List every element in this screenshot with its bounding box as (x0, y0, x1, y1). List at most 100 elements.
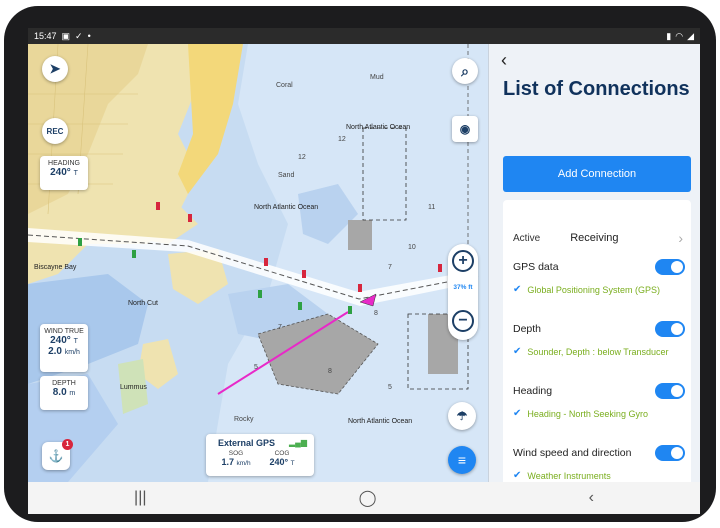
cog-value: 240° (269, 457, 289, 467)
depth-label: DEPTH (52, 380, 76, 387)
check-icon: ✔ (513, 284, 522, 295)
depth-sounding: 8 (328, 368, 332, 375)
heading-unit: T (73, 170, 78, 177)
dot-icon: • (87, 31, 91, 41)
wind-toggle[interactable] (655, 445, 685, 461)
connection-detail: Global Positioning System (GPS) (527, 284, 660, 295)
camera-button[interactable]: ◉ (452, 116, 478, 142)
seabed-label: Rocky (234, 416, 254, 423)
wind-angle-unit: T (73, 338, 78, 345)
battery-icon: ▮ (666, 30, 672, 41)
connections-panel: ‹ List of Connections Add Connection Act… (488, 44, 700, 500)
record-button[interactable]: REC (42, 118, 68, 144)
wind-label: WIND TRUE (44, 328, 84, 335)
heading-label: HEADING (48, 160, 80, 167)
depth-sounding: 8 (374, 310, 378, 317)
place-label: Lummus (120, 384, 147, 391)
heading-value: 240° (50, 167, 71, 178)
check-icon: ✓ (75, 30, 83, 41)
external-gps-widget[interactable]: External GPS ▂▄▆ SOG 1.7 km/h COG 240° T (206, 434, 314, 476)
place-label: North Atlantic Ocean (254, 204, 319, 211)
connection-depth: Depth ✔ Sounder, Depth : below Transducer (513, 320, 685, 357)
image-icon: ▣ (61, 30, 71, 41)
depth-widget[interactable]: DEPTH 8.0 m (40, 376, 88, 410)
chevron-right-icon: › (678, 230, 683, 246)
wind-angle: 240° (50, 335, 71, 346)
check-icon: ✔ (513, 408, 522, 419)
heading-toggle[interactable] (655, 383, 685, 399)
chevron-left-icon: ‹ (501, 50, 507, 70)
check-icon: ✔ (513, 346, 522, 357)
gps-toggle[interactable] (655, 259, 685, 275)
connection-gps: GPS data ✔ Global Positioning System (GPS… (513, 258, 685, 295)
add-connection-button[interactable]: Add Connection (503, 156, 691, 192)
depth-toggle[interactable] (655, 321, 685, 337)
chart-graphics (28, 44, 488, 482)
tablet-frame: 15:47 ▣ ✓ • ▮ ◠ ◢ North Atlantic Ocean N… (4, 6, 716, 522)
locate-button[interactable]: ➤ (42, 56, 68, 82)
cog-unit: T (290, 460, 295, 467)
sog-label: SOG (228, 450, 244, 457)
depth-value: 8.0 (52, 387, 67, 398)
zoom-out-button[interactable]: − (452, 310, 474, 332)
active-status: Receiving (570, 232, 619, 244)
anchor-alert-icon: ⚓ (48, 449, 64, 463)
heading-widget[interactable]: HEADING 240° T (40, 156, 88, 190)
camera-icon: ◉ (459, 122, 471, 136)
seabed-label: Sand (278, 172, 295, 179)
connection-name: Depth (513, 323, 542, 335)
depth-sounding: 7 (388, 264, 392, 271)
wifi-icon: ◠ (675, 30, 684, 41)
nautical-chart[interactable]: North Atlantic Ocean North Atlantic Ocea… (28, 44, 488, 482)
status-bar: 15:47 ▣ ✓ • ▮ ◠ ◢ (28, 28, 700, 44)
home-button[interactable]: ◯ (359, 488, 377, 508)
alert-badge: 1 (62, 439, 73, 450)
connection-detail: Sounder, Depth : below Transducer (527, 346, 669, 357)
place-label: North Atlantic Ocean (348, 418, 413, 425)
menu-button[interactable]: ≡ (448, 446, 476, 474)
depth-sounding: 12 (338, 136, 346, 143)
alerts-button[interactable]: ⚓ 1 (42, 439, 73, 470)
wind-speed: 2.0 (48, 346, 62, 357)
depth-unit: m (69, 390, 76, 397)
connection-name: GPS data (513, 261, 559, 273)
plus-icon: + (458, 252, 468, 269)
active-row[interactable]: Active Receiving › (513, 230, 683, 246)
connection-name: Wind speed and direction (513, 447, 632, 459)
connection-detail: Heading - North Seeking Gyro (527, 408, 648, 419)
search-icon: ⌕ (461, 62, 469, 79)
back-nav-button[interactable]: ‹ (589, 489, 594, 507)
back-button[interactable]: ‹ (501, 50, 507, 71)
cog-label: COG (274, 450, 290, 457)
connection-wind: Wind speed and direction ✔ Weather Instru… (513, 444, 685, 481)
weather-button[interactable]: ☂ (448, 402, 476, 430)
menu-icon: ≡ (457, 452, 467, 468)
rec-label: REC (46, 126, 64, 136)
active-label: Active (513, 232, 541, 244)
wind-speed-unit: km/h (64, 349, 80, 356)
recents-button[interactable]: ||| (134, 489, 146, 507)
status-time: 15:47 (34, 31, 57, 41)
system-nav-bar: ||| ◯ ‹ (28, 482, 700, 514)
connection-detail: Weather Instruments (527, 470, 611, 481)
wind-widget[interactable]: WIND TRUE 240° T 2.0 km/h (40, 324, 88, 372)
minus-icon: − (458, 312, 468, 329)
zoom-scale: 37% ft (453, 284, 473, 291)
depth-sounding: 5 (254, 364, 258, 371)
zoom-in-button[interactable]: + (452, 250, 474, 272)
depth-sounding: 11 (428, 204, 436, 211)
zoom-control: + 37% ft − (448, 244, 478, 340)
seabed-label: Coral (276, 82, 293, 89)
search-button[interactable]: ⌕ (452, 58, 478, 84)
connection-heading: Heading ✔ Heading - North Seeking Gyro (513, 382, 685, 419)
seabed-label: Mud (370, 74, 384, 81)
signal-bars-icon: ▂▄▆ (289, 438, 307, 447)
depth-sounding: 10 (408, 244, 416, 251)
depth-sounding: 5 (388, 384, 392, 391)
connection-name: Heading (513, 385, 553, 397)
place-label: North Atlantic Ocean (346, 124, 411, 131)
sog-value: 1.7 (221, 457, 234, 467)
place-label: Biscayne Bay (34, 264, 77, 271)
depth-sounding: 12 (298, 154, 306, 161)
panel-title: List of Connections (503, 78, 690, 100)
